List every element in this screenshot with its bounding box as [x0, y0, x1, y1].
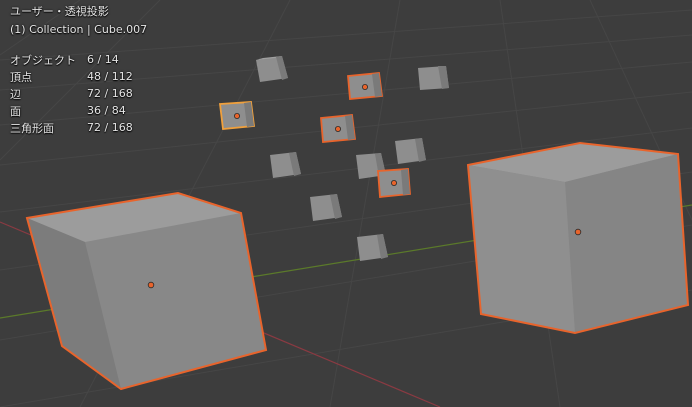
selected-cube-object[interactable]	[466, 141, 690, 335]
object-origin-dot	[361, 84, 368, 91]
stat-name: 頂点	[10, 70, 32, 84]
cube-object[interactable]	[256, 56, 288, 82]
cube-object[interactable]	[418, 66, 449, 90]
cube-object[interactable]	[357, 234, 388, 261]
stat-row-edges: 辺 72 / 168	[10, 85, 133, 102]
object-origin-dot	[233, 113, 240, 120]
3d-viewport[interactable]: ユーザー・透視投影 (1) Collection | Cube.007 オブジェ…	[0, 0, 692, 407]
object-origin-dot	[574, 228, 582, 236]
stat-value: 72 / 168	[87, 87, 133, 100]
stat-row-objects: オブジェクト 6 / 14	[10, 51, 133, 68]
cube-object[interactable]	[270, 152, 301, 178]
stat-row-triangles: 三角形面 72 / 168	[10, 119, 133, 136]
stat-name: 面	[10, 104, 21, 118]
active-cube-object[interactable]	[218, 101, 256, 130]
stat-value: 36 / 84	[87, 104, 126, 117]
stat-value: 48 / 112	[87, 70, 133, 83]
stat-name: 辺	[10, 87, 21, 101]
selected-cube-object[interactable]	[347, 72, 384, 100]
object-origin-dot	[147, 281, 155, 289]
stat-value: 72 / 168	[87, 121, 133, 134]
statistics-overlay: オブジェクト 6 / 14 頂点 48 / 112 辺 72 / 168 面 3…	[10, 51, 133, 136]
selected-cube-object[interactable]	[377, 168, 411, 198]
stat-row-faces: 面 36 / 84	[10, 102, 133, 119]
view-mode-label: ユーザー・透視投影	[10, 5, 109, 18]
cube-object[interactable]	[310, 194, 342, 221]
stat-value: 6 / 14	[87, 53, 119, 66]
stat-row-vertices: 頂点 48 / 112	[10, 68, 133, 85]
cube-object[interactable]	[395, 138, 426, 164]
collection-info-label: (1) Collection | Cube.007	[10, 23, 148, 36]
object-origin-dot	[334, 126, 341, 133]
object-origin-dot	[390, 179, 397, 186]
stat-name: 三角形面	[10, 121, 54, 135]
selected-cube-object[interactable]	[25, 191, 268, 391]
selected-cube-object[interactable]	[320, 114, 357, 143]
stat-name: オブジェクト	[10, 53, 76, 67]
